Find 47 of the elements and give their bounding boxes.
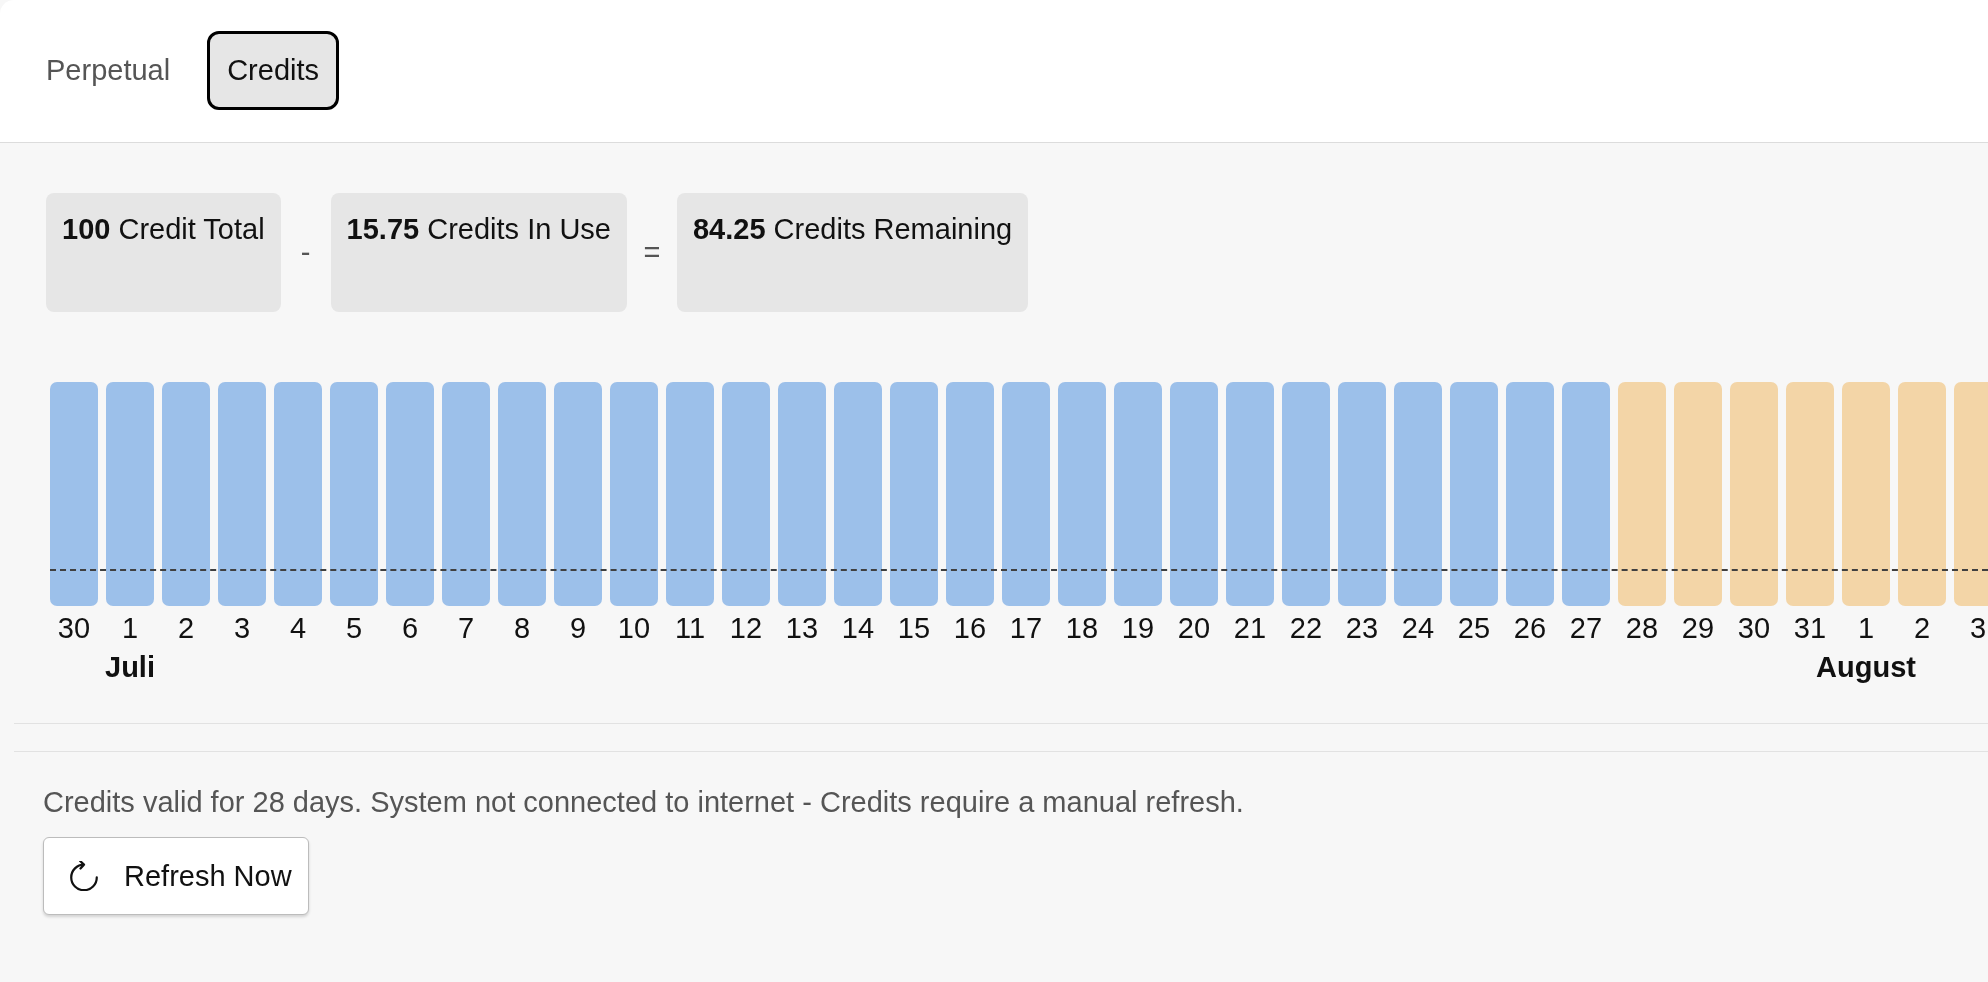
day-label: 30	[57, 611, 91, 645]
day-label: 3	[1969, 611, 1987, 645]
day-label: 20	[1177, 611, 1211, 645]
month-label: August	[1816, 650, 1916, 684]
operator-sign: -	[300, 236, 311, 268]
day-label: 9	[569, 611, 587, 645]
day-label: 10	[617, 611, 651, 645]
month-label: Juli	[105, 650, 155, 684]
day-label: 15	[897, 611, 931, 645]
day-label: 11	[674, 611, 706, 645]
day-label: 23	[1345, 611, 1379, 645]
day-label: 2	[177, 611, 195, 645]
refresh-button[interactable]: Refresh Now	[43, 837, 309, 915]
day-label: 24	[1401, 611, 1435, 645]
day-label: 2	[1913, 611, 1931, 645]
day-label: 25	[1457, 611, 1491, 645]
day-label: 16	[953, 611, 987, 645]
stat-card: 84.25 Credits Remaining	[677, 193, 1029, 312]
day-label: 14	[841, 611, 875, 645]
info-note: Credits valid for 28 days. System not connected to internet - Credits require a manual refresh.	[43, 785, 1245, 819]
day-label: 7	[457, 611, 475, 645]
tab[interactable]: Credits	[207, 31, 339, 110]
refresh-icon	[69, 861, 99, 891]
day-label: 17	[1009, 611, 1043, 645]
day-label: 4	[289, 611, 307, 645]
stat-card: 100 Credit Total	[46, 193, 281, 312]
stat-card: 15.75 Credits In Use	[330, 193, 627, 312]
tab[interactable]: Perpetual	[26, 31, 191, 110]
day-label: 30	[1737, 611, 1771, 645]
day-label: 12	[729, 611, 763, 645]
operator-sign: =	[643, 236, 661, 268]
day-label: 29	[1681, 611, 1715, 645]
day-label: 13	[785, 611, 819, 645]
day-label: 5	[345, 611, 363, 645]
day-label: 18	[1065, 611, 1099, 645]
day-label: 21	[1233, 611, 1267, 645]
day-label: 1	[121, 611, 139, 645]
day-label: 3	[233, 611, 251, 645]
day-label: 28	[1625, 611, 1659, 645]
day-label: 6	[401, 611, 419, 645]
day-label: 22	[1289, 611, 1323, 645]
day-label: 31	[1793, 611, 1827, 645]
day-label: 1	[1857, 611, 1875, 645]
day-label: 26	[1513, 611, 1547, 645]
day-label: 8	[513, 611, 531, 645]
day-label: 19	[1121, 611, 1155, 645]
day-label: 27	[1569, 611, 1603, 645]
